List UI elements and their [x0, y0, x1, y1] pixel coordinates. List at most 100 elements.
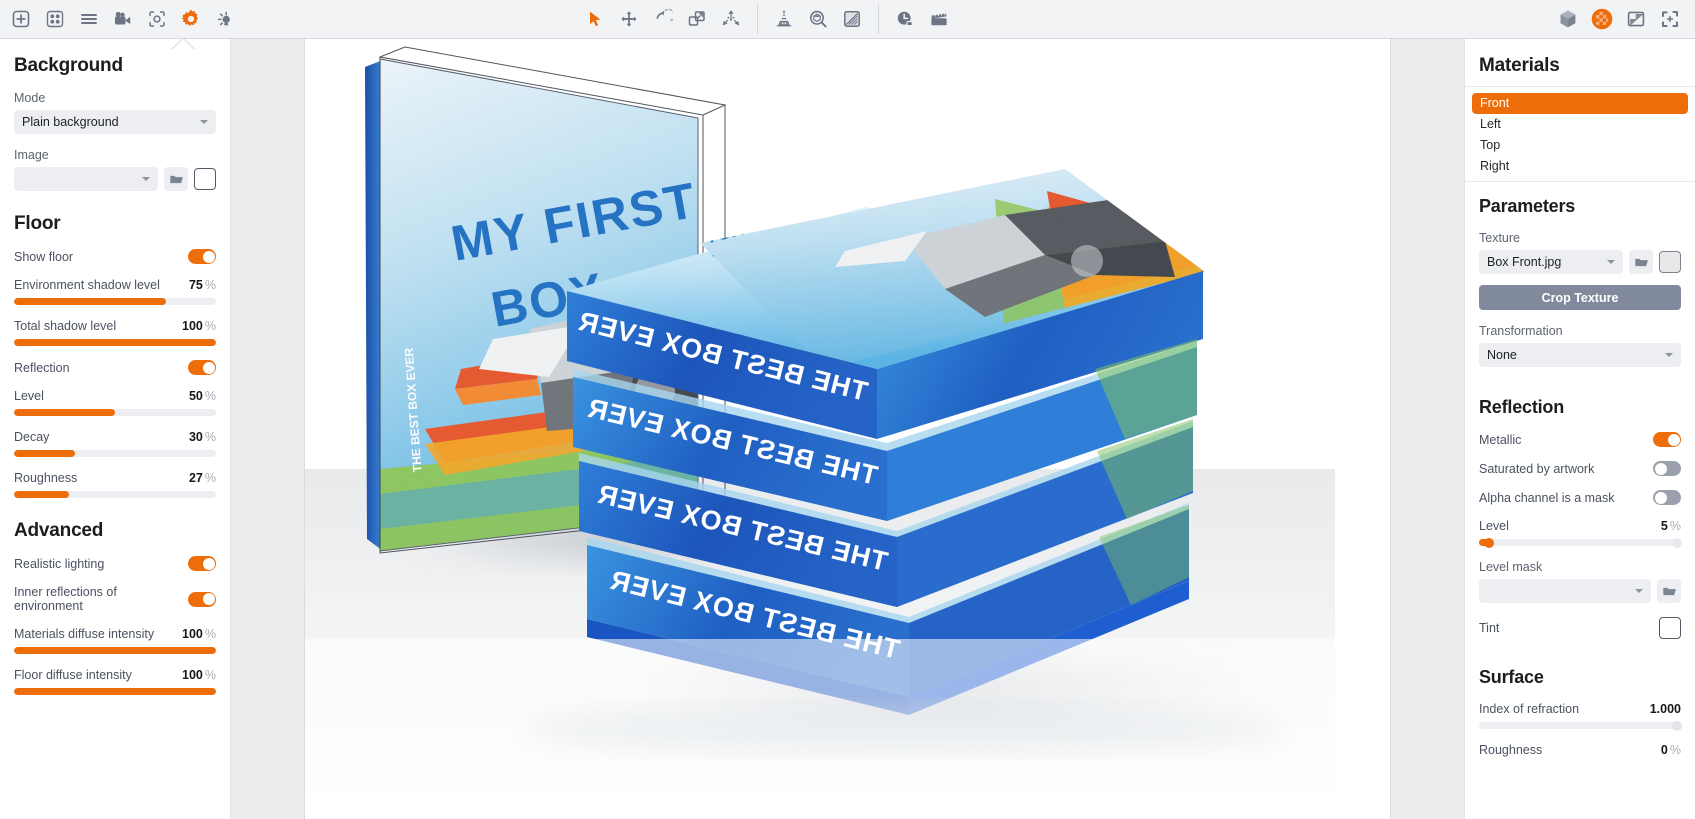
animation-icon[interactable]: [922, 2, 956, 36]
inner-reflections-label: Inner reflections of environment: [14, 585, 117, 613]
background-color-swatch[interactable]: [194, 168, 216, 190]
right-materials-panel: Materials Front Left Top Right Parameter…: [1464, 39, 1695, 819]
settings-gear-glyph: [180, 8, 202, 30]
background-mode-select[interactable]: Plain background: [14, 110, 216, 134]
texture-color-swatch[interactable]: [1659, 251, 1681, 273]
reflection-roughness-slider[interactable]: [14, 491, 216, 498]
material-item-front[interactable]: Front: [1472, 93, 1688, 114]
metallic-toggle[interactable]: [1653, 432, 1681, 447]
main-body: Background Mode Plain background Image F…: [0, 39, 1695, 819]
render-sphere-icon[interactable]: [1585, 2, 1619, 36]
level-mask-browse-button[interactable]: [1657, 579, 1681, 603]
level-mask-select[interactable]: [1479, 579, 1651, 603]
reflection-level-unit-right: %: [1669, 519, 1681, 533]
export-image-icon[interactable]: [1619, 2, 1653, 36]
show-floor-label: Show floor: [14, 249, 74, 264]
reflection-level-slider[interactable]: [14, 409, 216, 416]
reflection-level-row-right: Level 5%: [1479, 519, 1681, 533]
environment-shadow-level-slider[interactable]: [14, 298, 216, 305]
tint-color-swatch[interactable]: [1659, 617, 1681, 639]
explode-icon[interactable]: [714, 2, 748, 36]
list-icon[interactable]: [72, 2, 106, 36]
floor-diffuse-intensity-value: 100%: [182, 668, 216, 682]
tint-row: Tint: [1479, 617, 1681, 639]
show-floor-toggle[interactable]: [188, 249, 216, 264]
snapshot-glyph: [147, 9, 167, 29]
toolbar-right-group: [1551, 2, 1687, 36]
materials-list: Front Left Top Right: [1465, 87, 1695, 182]
slider-fill: [14, 647, 216, 654]
level-mask-label: Level mask: [1479, 560, 1543, 574]
materials-header: Materials: [1465, 39, 1695, 87]
background-image-browse-button[interactable]: [164, 167, 188, 191]
floor-reflection-toggle[interactable]: [188, 360, 216, 375]
camera-icon[interactable]: [106, 2, 140, 36]
application-window: Background Mode Plain background Image F…: [0, 0, 1695, 819]
background-image-select[interactable]: [14, 167, 158, 191]
realistic-lighting-toggle[interactable]: [188, 556, 216, 571]
environment-shadow-level-value: 75%: [189, 278, 216, 292]
export-image-glyph: [1626, 9, 1646, 29]
toolbar-center-group: [578, 2, 956, 36]
select-cursor-glyph: [585, 9, 605, 29]
select-cursor-icon[interactable]: [578, 2, 612, 36]
transformation-label: Transformation: [1479, 324, 1563, 338]
lighting-icon[interactable]: [208, 2, 242, 36]
scene-render[interactable]: MY FIRST BOX THE BEST BOX EVER: [305, 39, 1390, 819]
left-settings-panel: Background Mode Plain background Image F…: [0, 39, 231, 819]
rotate-icon[interactable]: [646, 2, 680, 36]
cube-glyph: [1557, 8, 1579, 30]
alpha-channel-mask-toggle[interactable]: [1653, 490, 1681, 505]
level-mask-row: [1479, 579, 1681, 603]
tint-label: Tint: [1479, 621, 1500, 635]
surface-roughness-value: 0%: [1661, 743, 1681, 757]
materials-diffuse-intensity-number: 100: [182, 627, 203, 641]
reflection-decay-slider[interactable]: [14, 450, 216, 457]
fullscreen-icon[interactable]: [1653, 2, 1687, 36]
material-item-left[interactable]: Left: [1472, 114, 1688, 135]
scale-icon[interactable]: [680, 2, 714, 36]
align-icon[interactable]: [767, 2, 801, 36]
add-object-glyph: [11, 9, 31, 29]
saturated-by-artwork-toggle[interactable]: [1653, 461, 1681, 476]
texture-select[interactable]: Box Front.jpg: [1479, 250, 1623, 274]
reflection-roughness-value: 27%: [189, 471, 216, 485]
material-item-right[interactable]: Right: [1472, 156, 1688, 177]
material-item-top[interactable]: Top: [1472, 135, 1688, 156]
cube-icon[interactable]: [1551, 2, 1585, 36]
crop-texture-button[interactable]: Crop Texture: [1479, 285, 1681, 310]
show-floor-row: Show floor: [14, 249, 216, 264]
index-of-refraction-slider[interactable]: [1479, 720, 1682, 731]
shading-icon[interactable]: [835, 2, 869, 36]
align-glyph: [774, 9, 794, 29]
surface-roughness-label: Roughness: [1479, 743, 1543, 757]
inspect-icon[interactable]: [801, 2, 835, 36]
history-icon[interactable]: [888, 2, 922, 36]
materials-diffuse-intensity-slider[interactable]: [14, 647, 216, 654]
background-section-title: Background: [14, 55, 123, 76]
snapshot-icon[interactable]: [140, 2, 174, 36]
render-sphere-glyph: [1591, 8, 1613, 30]
total-shadow-level-slider[interactable]: [14, 339, 216, 346]
settings-gear-icon[interactable]: [174, 2, 208, 36]
reflection-section-title: Reflection: [1479, 397, 1565, 417]
realistic-lighting-row: Realistic lighting: [14, 556, 216, 571]
slider-end-knob: [1672, 537, 1682, 548]
environment-shadow-level-row: Environment shadow level 75%: [14, 278, 216, 292]
index-of-refraction-label: Index of refraction: [1479, 702, 1580, 716]
metallic-label: Metallic: [1479, 432, 1522, 447]
move-icon[interactable]: [612, 2, 646, 36]
3d-viewport[interactable]: MY FIRST BOX THE BEST BOX EVER: [305, 39, 1390, 819]
add-object-icon[interactable]: [4, 2, 38, 36]
left-gutter: [231, 39, 305, 819]
reflection-roughness-row: Roughness 27%: [14, 471, 216, 485]
grid-layout-icon[interactable]: [38, 2, 72, 36]
texture-browse-button[interactable]: [1629, 250, 1653, 274]
floor-diffuse-intensity-slider[interactable]: [14, 688, 216, 695]
reflection-level-slider-right[interactable]: [1479, 537, 1682, 548]
chevron-down-icon: [1607, 260, 1615, 264]
fullscreen-glyph: [1660, 9, 1680, 29]
slider-knob[interactable]: [1484, 537, 1495, 548]
transformation-select[interactable]: None: [1479, 343, 1681, 367]
inner-reflections-toggle[interactable]: [188, 591, 216, 607]
